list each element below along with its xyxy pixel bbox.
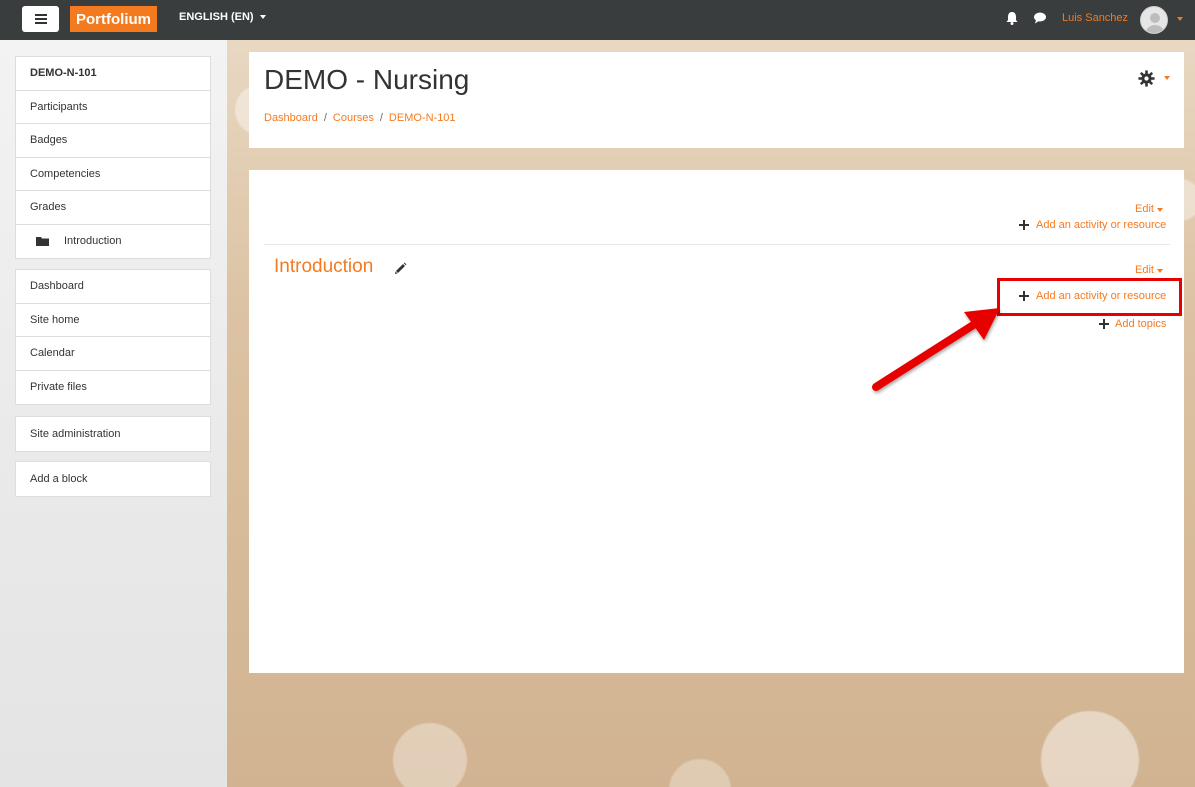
- annotation-arrow-icon: [872, 308, 1000, 391]
- sidebar-item-participants[interactable]: Participants: [16, 91, 210, 124]
- course-content-panel: [249, 170, 1184, 673]
- folder-icon: [36, 237, 49, 247]
- chevron-down-icon: [259, 15, 266, 19]
- language-label: ENGLISH (EN): [179, 11, 254, 23]
- add-block-block: Add a block: [15, 461, 211, 497]
- add-topics-link[interactable]: Add topics: [1115, 318, 1166, 330]
- sidebar-item-competencies[interactable]: Competencies: [16, 158, 210, 191]
- edit-label: Edit: [1135, 203, 1154, 215]
- hamburger-icon: [34, 18, 47, 20]
- sidebar-item-badges[interactable]: Badges: [16, 124, 210, 158]
- pencil-icon[interactable]: [394, 262, 407, 275]
- breadcrumb-courses[interactable]: Courses: [333, 112, 374, 124]
- sidebar-item-calendar[interactable]: Calendar: [16, 337, 210, 371]
- breadcrumb-dashboard[interactable]: Dashboard: [264, 112, 318, 124]
- sidebar-item-dashboard[interactable]: Dashboard: [16, 270, 210, 304]
- page-title: DEMO - Nursing: [264, 64, 470, 95]
- breadcrumb: Dashboard / Courses / DEMO-N-101: [264, 112, 456, 124]
- chevron-down-icon: [1157, 269, 1164, 273]
- site-navigation-block: Dashboard Site home Calendar Private fil…: [15, 269, 211, 405]
- sidebar-item-course[interactable]: DEMO-N-101: [16, 57, 210, 91]
- bell-icon[interactable]: [1005, 11, 1019, 25]
- user-menu-chevron-icon[interactable]: [1177, 17, 1183, 21]
- chevron-down-icon: [1157, 208, 1164, 212]
- course-navigation-block: DEMO-N-101 Participants Badges Competenc…: [15, 56, 211, 259]
- breadcrumb-separator: /: [323, 112, 327, 124]
- annotation-highlight-box: [997, 278, 1182, 316]
- sidebar-item-introduction[interactable]: Introduction: [16, 225, 210, 259]
- plus-icon: [1019, 220, 1029, 230]
- menu-toggle-button[interactable]: [22, 6, 59, 32]
- sidebar-item-site-home[interactable]: Site home: [16, 304, 210, 337]
- breadcrumb-separator: /: [379, 112, 383, 124]
- section-divider: [264, 244, 1170, 245]
- avatar[interactable]: [1140, 6, 1168, 34]
- breadcrumb-course[interactable]: DEMO-N-101: [389, 112, 456, 124]
- brand-logo[interactable]: Portfolium: [70, 6, 157, 32]
- top-section-add-activity-link[interactable]: Add an activity or resource: [1036, 219, 1166, 231]
- sidebar-item-label: Introduction: [64, 235, 122, 248]
- settings-chevron-down-icon[interactable]: [1164, 76, 1170, 80]
- sidebar-item-grades[interactable]: Grades: [16, 191, 210, 225]
- gear-icon[interactable]: [1138, 70, 1155, 87]
- intro-section-edit-menu[interactable]: Edit: [1135, 264, 1164, 276]
- section-title-introduction[interactable]: Introduction: [274, 256, 373, 278]
- plus-icon: [1099, 319, 1109, 329]
- language-selector[interactable]: ENGLISH (EN): [179, 11, 266, 23]
- sidebar-item-private-files[interactable]: Private files: [16, 371, 210, 405]
- user-name-link[interactable]: Luis Sanchez: [1062, 12, 1128, 24]
- site-admin-block: Site administration: [15, 416, 211, 452]
- top-section-edit-menu[interactable]: Edit: [1135, 203, 1164, 215]
- sidebar-item-add-a-block[interactable]: Add a block: [16, 462, 210, 496]
- edit-label: Edit: [1135, 264, 1154, 276]
- top-navbar: Portfolium ENGLISH (EN) Luis Sanchez: [0, 0, 1195, 40]
- sidebar-item-site-administration[interactable]: Site administration: [16, 417, 210, 451]
- chat-icon[interactable]: [1033, 12, 1047, 24]
